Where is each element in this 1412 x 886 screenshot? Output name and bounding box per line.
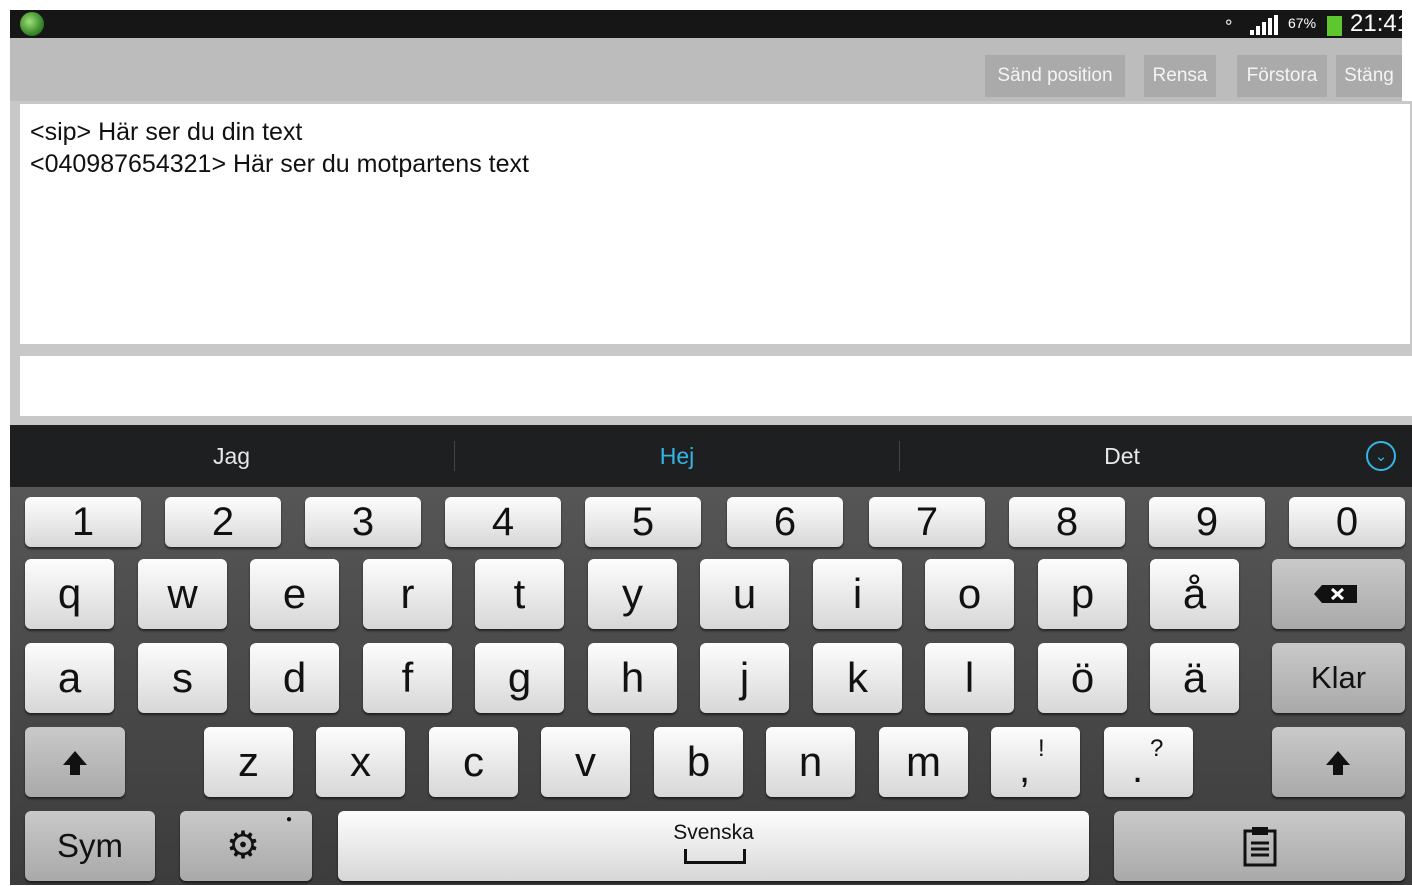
key-r[interactable]: r: [363, 559, 452, 629]
key-4[interactable]: 4: [445, 497, 561, 547]
clock: 21:41: [1350, 10, 1411, 37]
key-i[interactable]: i: [813, 559, 902, 629]
app-icon: [20, 12, 44, 36]
key-u[interactable]: u: [700, 559, 789, 629]
exclamation-glyph: !: [1038, 735, 1045, 762]
key-o-umlaut[interactable]: ö: [1038, 643, 1127, 713]
send-position-button[interactable]: Sänd position: [985, 55, 1125, 97]
key-j[interactable]: j: [700, 643, 789, 713]
battery-icon: [1327, 16, 1342, 36]
key-g[interactable]: g: [475, 643, 564, 713]
key-n[interactable]: n: [766, 727, 855, 797]
key-w[interactable]: w: [138, 559, 227, 629]
space-key[interactable]: Svenska: [338, 811, 1089, 881]
key-6[interactable]: 6: [727, 497, 843, 547]
mic-icon: ●: [286, 814, 293, 825]
key-p[interactable]: p: [1038, 559, 1127, 629]
key-5[interactable]: 5: [585, 497, 701, 547]
period-glyph: .: [1132, 747, 1144, 791]
clipboard-icon: [1243, 827, 1277, 867]
gear-icon: ⚙: [226, 825, 261, 867]
shift-arrow-icon: [63, 751, 87, 775]
key-l[interactable]: l: [925, 643, 1014, 713]
key-1[interactable]: 1: [25, 497, 141, 547]
key-3[interactable]: 3: [305, 497, 421, 547]
question-glyph: ?: [1150, 735, 1164, 762]
battery-percent: 67%: [1288, 15, 1317, 31]
key-9[interactable]: 9: [1149, 497, 1265, 547]
key-x[interactable]: x: [316, 727, 405, 797]
sym-key[interactable]: Sym: [25, 811, 155, 881]
shift-key-left[interactable]: [25, 727, 125, 797]
key-c[interactable]: c: [429, 727, 518, 797]
enlarge-button[interactable]: Förstora: [1237, 55, 1327, 97]
suggestion-bar: Jag Hej Det ⌄: [10, 425, 1412, 487]
message-input[interactable]: [20, 356, 1412, 416]
suggestion-item[interactable]: Jag: [10, 425, 453, 487]
key-f[interactable]: f: [363, 643, 452, 713]
key-t[interactable]: t: [475, 559, 564, 629]
shift-key-right[interactable]: [1272, 727, 1405, 797]
key-h[interactable]: h: [588, 643, 677, 713]
clear-button[interactable]: Rensa: [1144, 55, 1216, 97]
space-language-label: Svenska: [673, 821, 754, 844]
key-7[interactable]: 7: [869, 497, 985, 547]
chat-log: <sip> Här ser du din text <040987654321>…: [20, 104, 1410, 344]
chevron-down-icon[interactable]: ⌄: [1366, 441, 1396, 471]
key-o[interactable]: o: [925, 559, 1014, 629]
key-a[interactable]: a: [25, 643, 114, 713]
key-e[interactable]: e: [250, 559, 339, 629]
settings-key[interactable]: ⚙ ●: [180, 811, 312, 881]
key-comma[interactable]: , !: [991, 727, 1080, 797]
chat-line-remote: <040987654321> Här ser du motpartens tex…: [30, 150, 529, 178]
key-s[interactable]: s: [138, 643, 227, 713]
key-a-ring[interactable]: å: [1150, 559, 1239, 629]
key-z[interactable]: z: [204, 727, 293, 797]
wifi-icon: ⚬: [1222, 13, 1236, 32]
key-d[interactable]: d: [250, 643, 339, 713]
status-bar: ⚬ 67% 21:41: [10, 10, 1410, 38]
close-button[interactable]: Stäng: [1336, 55, 1402, 97]
backspace-key[interactable]: [1272, 559, 1405, 629]
suggestion-item[interactable]: Det: [900, 425, 1344, 487]
key-v[interactable]: v: [541, 727, 630, 797]
clipboard-key[interactable]: [1114, 811, 1405, 881]
backspace-icon: [1314, 585, 1357, 603]
suggestion-item-highlighted[interactable]: Hej: [455, 425, 899, 487]
key-2[interactable]: 2: [165, 497, 281, 547]
keyboard: Jag Hej Det ⌄ 1 2 3 4 5 6 7 8 9 0 q w e …: [10, 425, 1412, 885]
comma-glyph: ,: [1019, 747, 1031, 791]
chat-line-own: <sip> Här ser du din text: [30, 118, 303, 146]
shift-arrow-icon: [1326, 751, 1350, 775]
key-period[interactable]: . ?: [1104, 727, 1193, 797]
key-0[interactable]: 0: [1289, 497, 1405, 547]
signal-icon: [1250, 15, 1282, 35]
key-8[interactable]: 8: [1009, 497, 1125, 547]
key-a-umlaut[interactable]: ä: [1150, 643, 1239, 713]
key-q[interactable]: q: [25, 559, 114, 629]
key-y[interactable]: y: [588, 559, 677, 629]
key-k[interactable]: k: [813, 643, 902, 713]
done-key[interactable]: Klar: [1272, 643, 1405, 713]
toolbar: Sänd position Rensa Förstora Stäng: [10, 38, 1402, 101]
space-bar-icon: [684, 849, 746, 864]
key-m[interactable]: m: [879, 727, 968, 797]
key-b[interactable]: b: [654, 727, 743, 797]
